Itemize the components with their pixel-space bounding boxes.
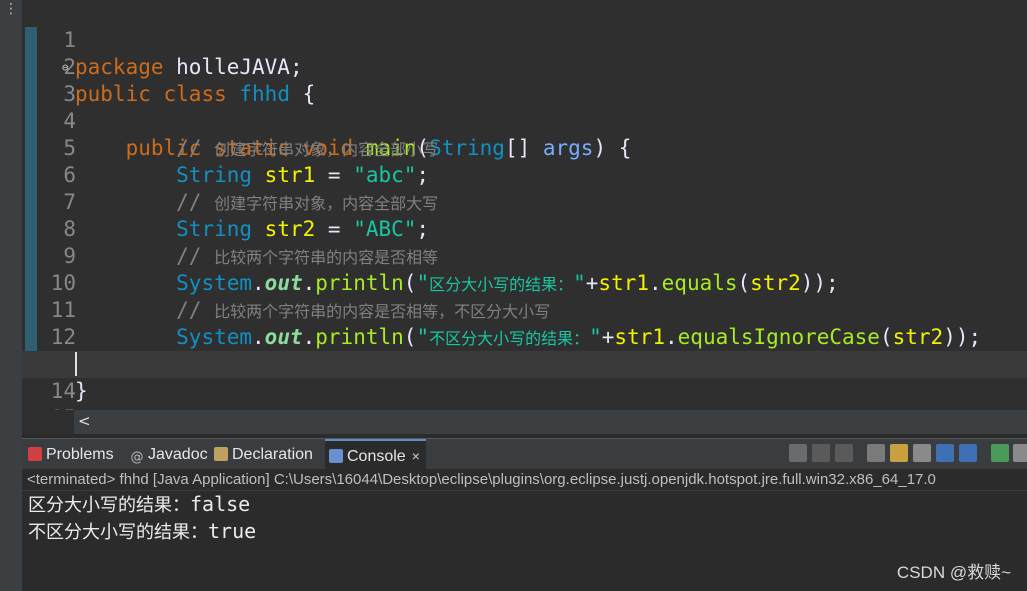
tab-label: Javadoc: [148, 446, 208, 463]
console-output[interactable]: 区分大小写的结果：false 不区分大小写的结果：true: [22, 491, 1027, 591]
code-line-1: 1 package holleJAVA;: [22, 0, 1027, 79]
tab-javadoc[interactable]: @ Javadoc: [130, 439, 208, 470]
code-line-15: 15: [22, 378, 1027, 410]
scroll-left-icon[interactable]: <: [78, 412, 91, 430]
output-value: true: [208, 519, 257, 543]
tab-declaration[interactable]: Declaration: [214, 439, 313, 470]
code-line-11: 11 System.out.println("不区分大小写的结果："+str1.…: [22, 270, 1027, 349]
tab-label: Problems: [46, 446, 114, 463]
clear-console-icon[interactable]: [867, 444, 885, 462]
code-line-14: 14: [22, 351, 1027, 403]
terminate-icon[interactable]: [789, 444, 807, 462]
code-line-10: 10 // 比较两个字符串的内容是否相等，不区分大小写: [22, 243, 1027, 322]
console-output-line: 区分大小写的结果：false: [28, 491, 250, 519]
tab-label: Declaration: [232, 446, 313, 463]
code-line-5: 5 String str1 = "abc";: [22, 108, 1027, 187]
pin-console-icon[interactable]: [991, 444, 1009, 462]
watermark: CSDN @救赎~: [896, 563, 1011, 582]
code-line-4: 4 // 创建字符串对象，内容全部小写: [22, 81, 1027, 160]
output-value: false: [190, 492, 251, 516]
problems-icon: [28, 447, 42, 461]
code-line-9: 9 System.out.println("区分大小写的结果："+str1.eq…: [22, 216, 1027, 295]
text-caret: [75, 352, 77, 376]
word-wrap-icon[interactable]: [913, 444, 931, 462]
code-line-3: 3 ⊖ public static void main(String[] arg…: [22, 54, 1027, 160]
show-on-output-icon[interactable]: [936, 444, 954, 462]
tab-console[interactable]: Console ×: [325, 439, 426, 470]
code-line-8: 8 // 比较两个字符串的内容是否相等: [22, 189, 1027, 268]
left-side-strip: ⋮: [0, 0, 23, 591]
open-console-icon[interactable]: [1013, 444, 1027, 462]
code-line-2: 2 public class fhhd {: [22, 27, 1027, 106]
code-line-7: 7 String str2 = "ABC";: [22, 162, 1027, 241]
horizontal-scrollbar[interactable]: <: [74, 410, 1027, 434]
remove-all-terminated-icon[interactable]: [835, 444, 853, 462]
tab-label: Console: [347, 448, 406, 465]
tab-problems[interactable]: Problems: [28, 439, 114, 470]
code-line-12: 12 }: [22, 297, 1027, 376]
code-line-13: 13 }: [22, 324, 1027, 403]
output-label: 不区分大小写的结果：: [28, 522, 208, 543]
code-editor[interactable]: 1 package holleJAVA; 2 public class fhhd…: [22, 0, 1027, 410]
scroll-lock-icon[interactable]: [890, 444, 908, 462]
code-line-6: 6 // 创建字符串对象，内容全部大写: [22, 135, 1027, 214]
show-on-error-icon[interactable]: [959, 444, 977, 462]
output-label: 区分大小写的结果：: [28, 495, 190, 516]
declaration-icon: [214, 447, 228, 461]
scrollbar-gutter: [22, 410, 74, 434]
fold-toggle-icon[interactable]: ⊖: [62, 54, 69, 81]
console-launch-description: <terminated> fhhd [Java Application] C:\…: [22, 469, 1027, 491]
console-icon: [329, 449, 343, 463]
console-output-line: 不区分大小写的结果：true: [28, 518, 256, 546]
remove-launch-icon[interactable]: [812, 444, 830, 462]
close-icon[interactable]: ×: [412, 448, 420, 464]
javadoc-icon: @: [130, 450, 144, 465]
view-menu-icon[interactable]: ⋮: [4, 2, 18, 16]
